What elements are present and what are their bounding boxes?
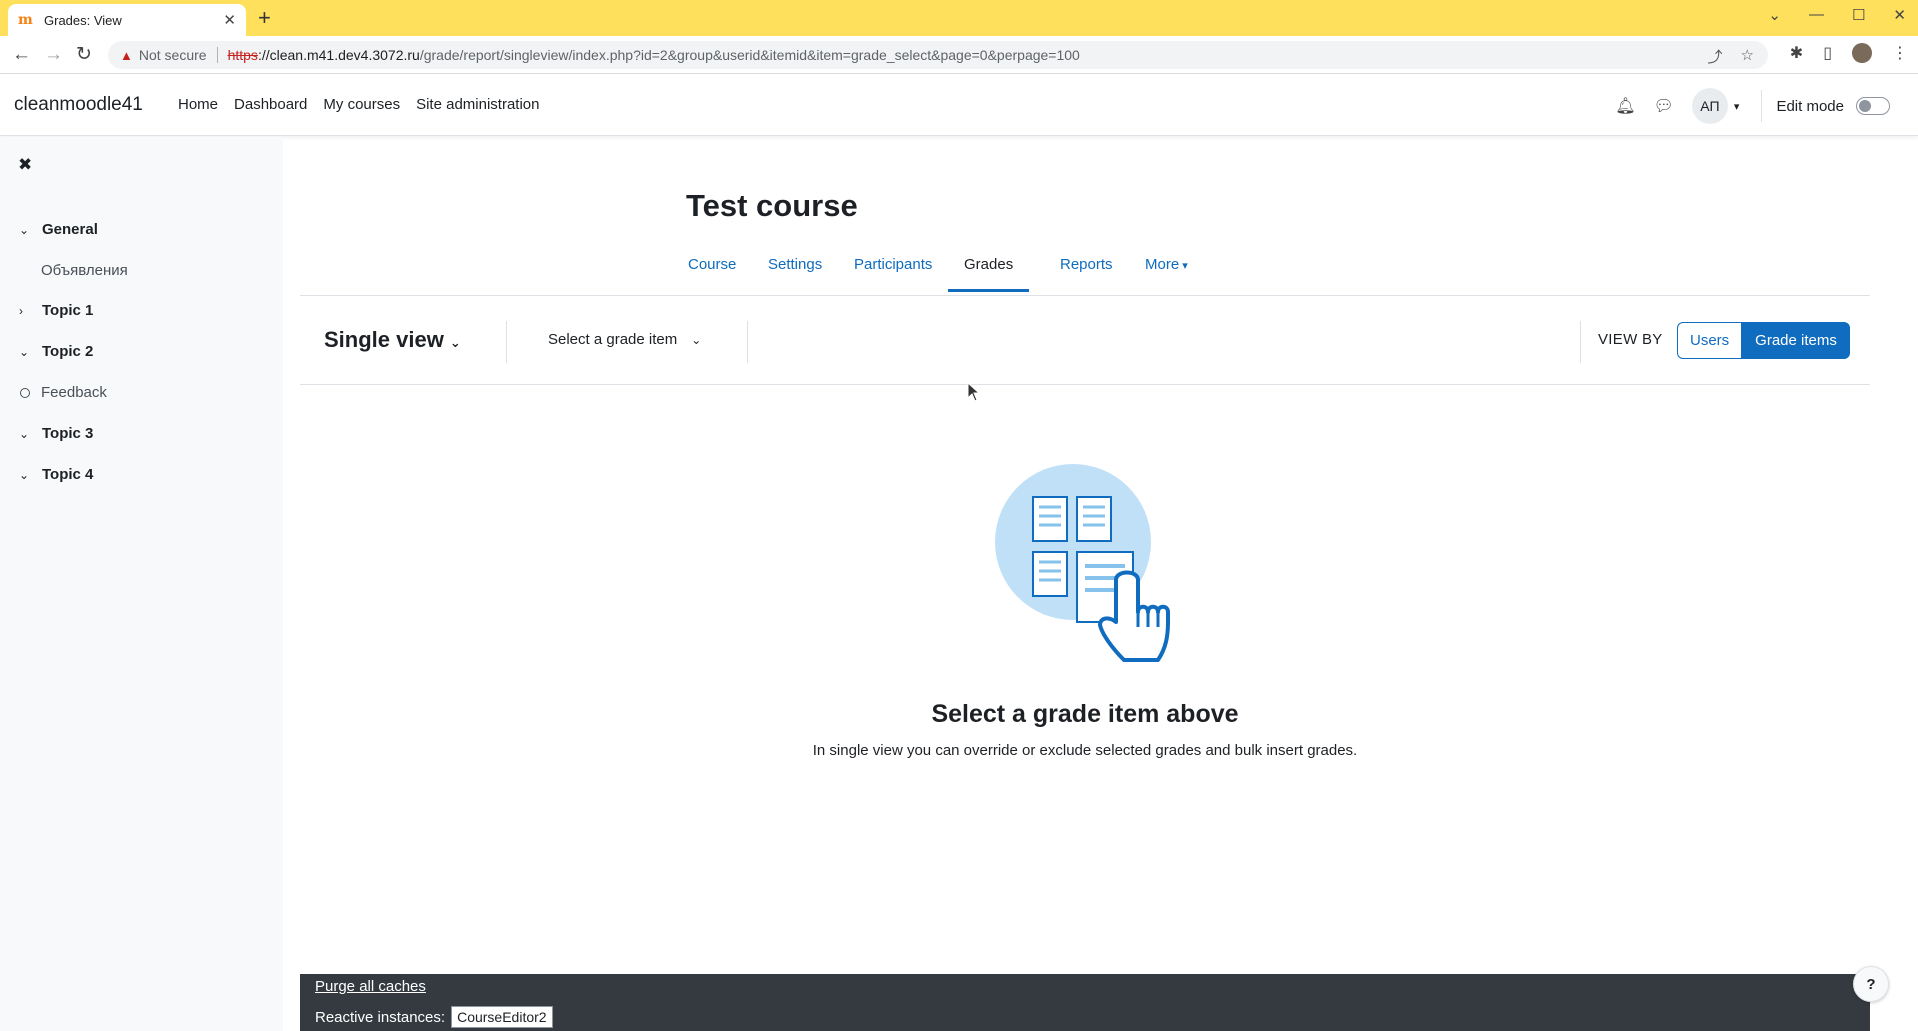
minimize-window-icon[interactable]: —: [1809, 6, 1824, 24]
side-panel-icon[interactable]: ▯: [1823, 43, 1832, 63]
secondary-navigation: Course Settings Participants Grades Repo…: [300, 248, 1870, 296]
chevron-down-icon: ⌄: [691, 333, 702, 347]
primary-navbar: cleanmoodle41 Home Dashboard My courses …: [0, 75, 1918, 136]
course-index-section-general[interactable]: ⌄ General: [0, 221, 98, 238]
chevron-down-icon: ▾: [1182, 260, 1188, 272]
page-footer: Purge all caches Reactive instances: Cou…: [300, 974, 1870, 1031]
chevron-down-icon[interactable]: ⌄: [19, 427, 33, 441]
extensions-puzzle-icon[interactable]: ✱: [1790, 43, 1803, 63]
moodle-favicon-icon: m: [18, 12, 33, 28]
user-menu-chevron-down-icon[interactable]: ▾: [1734, 100, 1740, 113]
maximize-window-icon[interactable]: ☐: [1852, 6, 1865, 24]
forward-arrow-icon[interactable]: →: [44, 44, 63, 66]
browser-toolbar: ← → ↻ ▲ Not secure https://clean.m41.dev…: [0, 36, 1918, 74]
select-grade-item-illustration: [995, 464, 1170, 662]
nav-dashboard[interactable]: Dashboard: [234, 96, 307, 113]
purge-all-caches-link[interactable]: Purge all caches: [315, 978, 426, 995]
url-host: ://clean.m41.dev4.3072.ru: [257, 47, 420, 63]
chevron-right-icon[interactable]: ›: [19, 304, 33, 318]
chevron-down-icon[interactable]: ⌄: [19, 345, 33, 359]
course-index-activity-announcements[interactable]: Объявления: [0, 262, 128, 279]
browser-tab[interactable]: m Grades: View ✕: [8, 4, 246, 36]
course-index-activity-feedback[interactable]: Feedback: [0, 384, 107, 401]
address-bar[interactable]: ▲ Not secure https://clean.m41.dev4.3072…: [108, 41, 1768, 69]
course-index-drawer: ✖ ⌄ General Объявления › Topic 1 ⌄ Topic…: [0, 137, 283, 1031]
close-drawer-icon[interactable]: ✖: [18, 155, 32, 175]
site-brand[interactable]: cleanmoodle41: [14, 94, 143, 116]
help-button[interactable]: ?: [1853, 966, 1889, 1002]
bookmark-star-icon[interactable]: ☆: [1741, 46, 1754, 67]
nav-home[interactable]: Home: [178, 96, 218, 113]
notifications-bell-icon[interactable]: 🔔︎: [1615, 96, 1635, 116]
back-arrow-icon[interactable]: ←: [12, 44, 31, 66]
tertiary-navigation: Single view ⌄ Select a grade item ⌄ VIEW B…: [300, 305, 1870, 385]
browser-menu-icon[interactable]: ⋮: [1892, 43, 1908, 63]
page-title: Test course: [686, 188, 858, 223]
course-index-section-topic-3[interactable]: ⌄ Topic 3: [0, 425, 93, 442]
mouse-cursor-icon: [967, 382, 981, 402]
tab-search-icon[interactable]: ⌄: [1768, 6, 1781, 24]
chevron-down-icon[interactable]: ⌄: [19, 223, 33, 237]
url-path: /grade/report/singleview/index.php?id=2&…: [419, 47, 1080, 63]
messages-bubble-icon[interactable]: 💬︎: [1654, 96, 1674, 116]
warning-triangle-icon: ▲: [120, 47, 133, 63]
nav-site-administration[interactable]: Site administration: [416, 96, 539, 113]
not-secure-label: Not secure: [138, 47, 207, 63]
close-window-icon[interactable]: ✕: [1893, 6, 1906, 24]
user-avatar[interactable]: АП: [1691, 88, 1728, 124]
course-index-section-topic-4[interactable]: ⌄ Topic 4: [0, 466, 93, 483]
tab-participants[interactable]: Participants: [838, 256, 948, 289]
completion-circle-icon: [20, 387, 30, 398]
nav-my-courses[interactable]: My courses: [323, 96, 400, 113]
tab-settings[interactable]: Settings: [752, 256, 838, 289]
chevron-down-icon: ⌄: [449, 335, 461, 350]
reactive-instances-label: Reactive instances:: [315, 1008, 446, 1026]
view-by-label: VIEW BY: [1598, 331, 1663, 348]
edit-mode-toggle[interactable]: [1856, 97, 1890, 115]
empty-state-text: In single view you can override or exclu…: [812, 742, 1358, 759]
tab-grades[interactable]: Grades: [948, 256, 1030, 292]
reactive-instances: Reactive instances: CourseEditor2: [315, 1006, 553, 1028]
empty-state-title: Select a grade item above: [931, 700, 1239, 728]
tab-title: Grades: View: [44, 12, 122, 28]
chevron-down-icon[interactable]: ⌄: [19, 468, 33, 482]
new-tab-icon[interactable]: +: [258, 6, 271, 30]
tab-course[interactable]: Course: [672, 256, 752, 289]
view-by-toggle-group: Users Grade items: [1677, 322, 1850, 359]
tab-reports[interactable]: Reports: [1044, 256, 1129, 289]
report-selector-label: Single view: [324, 327, 444, 352]
view-by-grade-items-button[interactable]: Grade items: [1742, 322, 1850, 359]
navbar-divider: [1761, 90, 1763, 122]
tab-more[interactable]: More ▾: [1129, 256, 1204, 289]
divider: [1580, 321, 1581, 363]
tab-more-label: More: [1145, 256, 1180, 273]
share-icon[interactable]: ⤴: [1708, 46, 1723, 67]
grade-item-selector-label: Select a grade item: [548, 331, 678, 348]
omnibox-separator: [216, 47, 218, 63]
course-index-section-topic-1[interactable]: › Topic 1: [0, 302, 93, 319]
primary-navigation: Home Dashboard My courses Site administr…: [178, 96, 556, 113]
report-selector-dropdown[interactable]: Single view ⌄: [324, 327, 461, 353]
reload-icon[interactable]: ↻: [76, 44, 92, 66]
grade-item-selector-dropdown[interactable]: Select a grade item ⌄: [548, 331, 701, 348]
edit-mode-label: Edit mode: [1776, 97, 1844, 115]
browser-tab-strip: m Grades: View ✕ + ⌄ — ☐ ✕: [0, 0, 1918, 36]
divider: [747, 321, 748, 363]
divider: [506, 321, 507, 363]
course-editor-instance-button[interactable]: CourseEditor2: [451, 1006, 553, 1028]
browser-profile-avatar[interactable]: [1852, 43, 1872, 63]
close-tab-icon[interactable]: ✕: [223, 11, 236, 29]
url-scheme: https: [227, 47, 258, 63]
view-by-users-button[interactable]: Users: [1677, 322, 1743, 359]
course-index-section-topic-2[interactable]: ⌄ Topic 2: [0, 343, 93, 360]
